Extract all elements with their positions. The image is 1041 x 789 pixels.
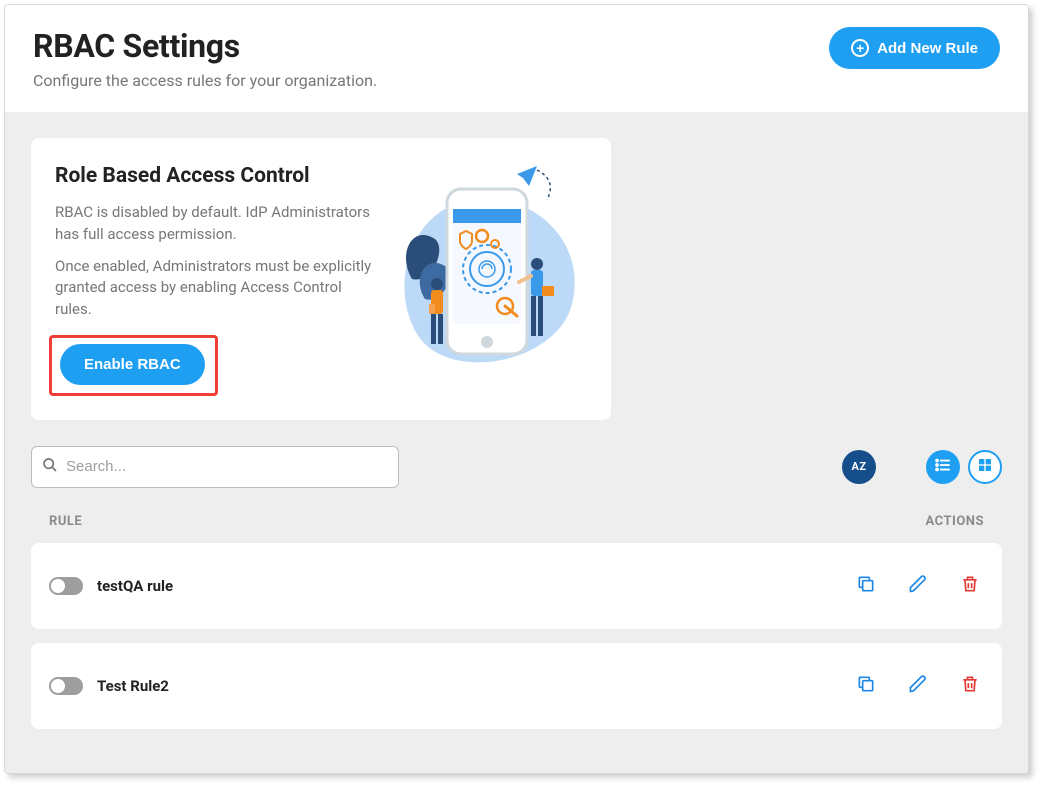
table-row: Test Rule2	[31, 643, 1002, 729]
copy-icon	[856, 674, 876, 697]
rbac-illustration	[387, 164, 587, 384]
page-subtitle: Configure the access rules for your orga…	[33, 71, 377, 90]
edit-rule-button[interactable]	[904, 570, 932, 601]
list-view-button[interactable]	[926, 450, 960, 484]
trash-icon	[960, 674, 980, 697]
pencil-icon	[908, 574, 928, 597]
table-row: testQA rule	[31, 543, 1002, 629]
add-new-rule-button[interactable]: + Add New Rule	[829, 27, 1000, 69]
page-header: RBAC Settings Configure the access rules…	[5, 5, 1028, 112]
page-title: RBAC Settings	[33, 27, 377, 65]
card-desc-1: RBAC is disabled by default. IdP Adminis…	[55, 202, 375, 246]
grid-view-button[interactable]	[968, 450, 1002, 484]
grid-icon	[977, 457, 993, 477]
card-title: Role Based Access Control	[55, 164, 375, 188]
rule-toggle[interactable]	[49, 677, 83, 695]
toolbar: AZ	[31, 446, 1002, 488]
search-input[interactable]	[66, 458, 388, 475]
search-box[interactable]	[31, 446, 399, 488]
list-icon	[934, 456, 952, 478]
trash-icon	[960, 574, 980, 597]
add-new-rule-label: Add New Rule	[877, 40, 978, 57]
column-header-rule: RULE	[49, 514, 82, 529]
pencil-icon	[908, 674, 928, 697]
column-header-actions: ACTIONS	[926, 514, 984, 529]
enable-highlight-box: Enable RBAC	[49, 335, 218, 396]
rbac-card: Role Based Access Control RBAC is disabl…	[31, 138, 611, 420]
rules-table: RULE ACTIONS testQA rule	[31, 514, 1002, 729]
card-desc-2: Once enabled, Administrators must be exp…	[55, 256, 375, 321]
plus-circle-icon: +	[851, 39, 869, 57]
sort-az-button[interactable]: AZ	[842, 450, 876, 484]
rule-toggle[interactable]	[49, 577, 83, 595]
rule-name: testQA rule	[97, 577, 173, 595]
delete-rule-button[interactable]	[956, 670, 984, 701]
search-icon	[42, 457, 58, 477]
copy-icon	[856, 574, 876, 597]
delete-rule-button[interactable]	[956, 570, 984, 601]
copy-rule-button[interactable]	[852, 570, 880, 601]
enable-rbac-button[interactable]: Enable RBAC	[60, 344, 205, 385]
edit-rule-button[interactable]	[904, 670, 932, 701]
rule-name: Test Rule2	[97, 677, 169, 695]
copy-rule-button[interactable]	[852, 670, 880, 701]
